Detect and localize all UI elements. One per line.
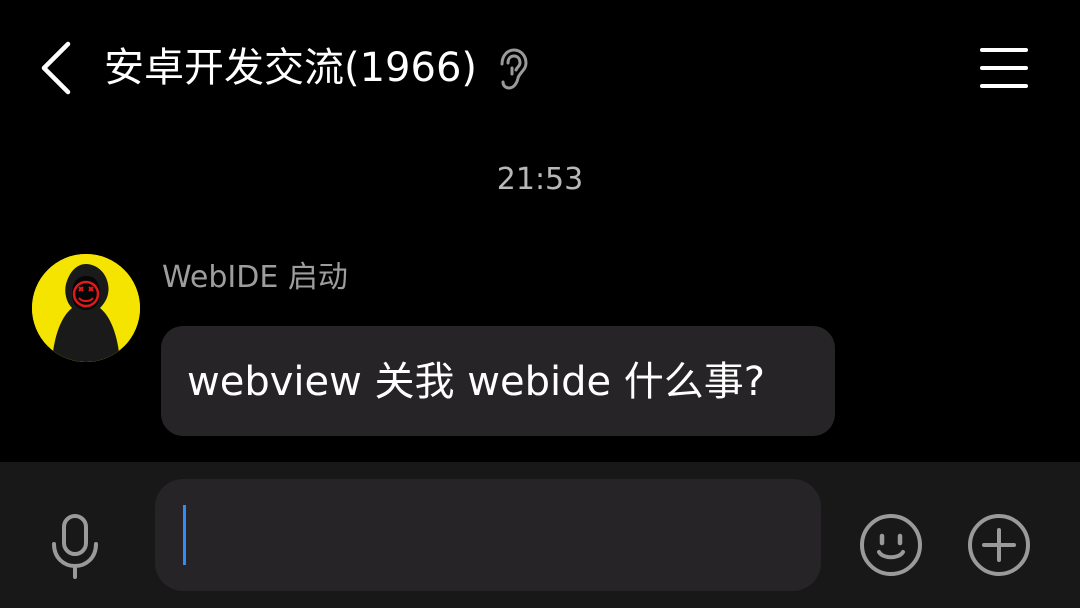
plus-circle-icon xyxy=(968,514,1030,576)
hooded-figure-avatar xyxy=(32,254,140,362)
emoji-button[interactable] xyxy=(858,512,924,578)
back-button[interactable] xyxy=(34,38,80,98)
chevron-left-icon xyxy=(41,41,71,95)
hamburger-menu-icon xyxy=(980,48,1028,88)
message-text: webview 关我 webide 什么事? xyxy=(187,359,766,405)
menu-button[interactable] xyxy=(972,42,1036,96)
message-timestamp: 21:53 xyxy=(496,162,584,197)
text-caret xyxy=(183,505,186,565)
microphone-icon xyxy=(52,514,98,579)
chat-title: 安卓开发交流(1966) xyxy=(104,45,478,91)
more-options-button[interactable] xyxy=(966,512,1032,578)
voice-input-button[interactable] xyxy=(46,514,104,580)
ear-icon xyxy=(496,48,530,90)
message-bubble[interactable]: webview 关我 webide 什么事? xyxy=(161,326,835,436)
sender-name: WebIDE 启动 xyxy=(162,260,348,295)
smiley-face-icon xyxy=(860,514,922,576)
message-input[interactable] xyxy=(155,479,821,591)
chat-header: 安卓开发交流(1966) xyxy=(0,0,1080,140)
avatar[interactable] xyxy=(32,254,140,362)
